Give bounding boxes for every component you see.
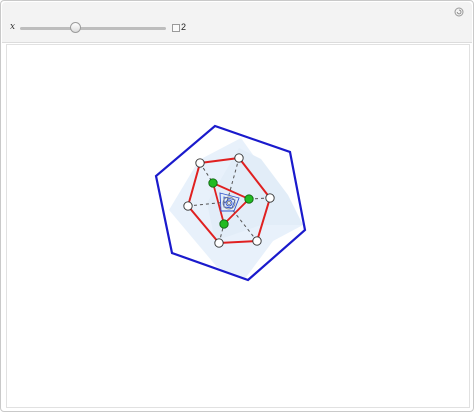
reset-icon[interactable] bbox=[454, 7, 464, 17]
plus-toggle-icon[interactable] bbox=[172, 24, 180, 32]
x-slider-track[interactable] bbox=[20, 27, 166, 30]
graphics-area bbox=[6, 44, 470, 408]
slider-value-label: 2 bbox=[181, 22, 187, 32]
hexagon-graphic bbox=[154, 124, 307, 282]
slider-variable-label: x bbox=[10, 22, 16, 32]
control-panel: x 2 bbox=[2, 2, 472, 43]
demonstration-frame: x 2 bbox=[0, 0, 474, 412]
x-slider-thumb[interactable] bbox=[69, 22, 81, 33]
